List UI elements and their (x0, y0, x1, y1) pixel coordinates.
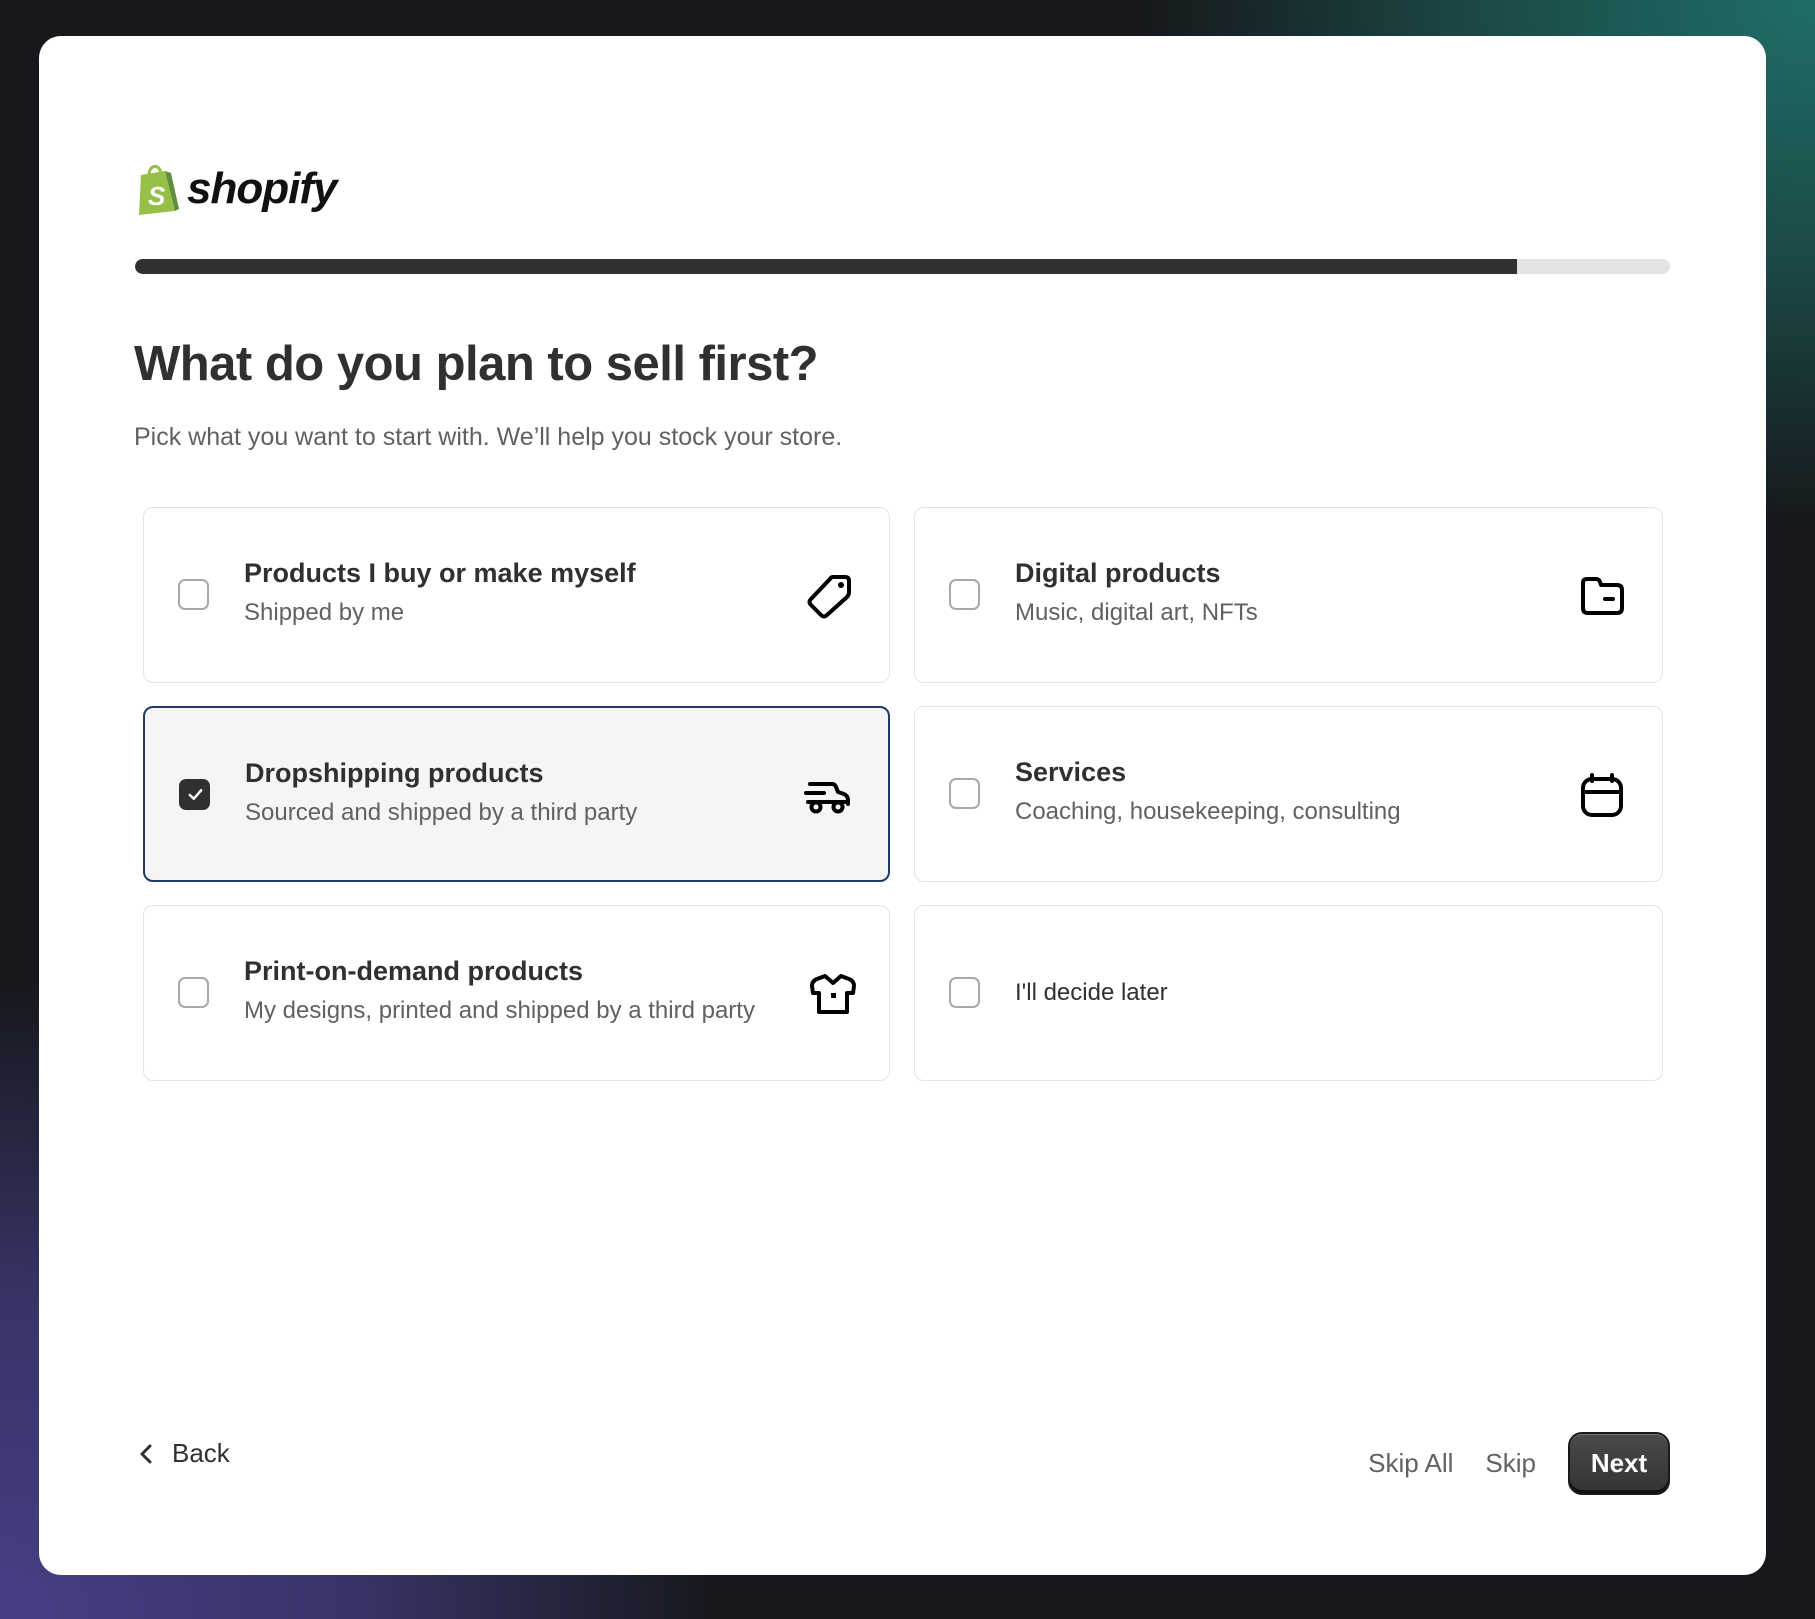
tshirt-icon (810, 974, 856, 1014)
checkbox[interactable] (178, 579, 209, 610)
checkbox[interactable] (178, 977, 209, 1008)
option-title: Dropshipping products (245, 758, 544, 788)
page-subtitle: Pick what you want to start with. We’ll … (134, 423, 843, 451)
option-products-i-make[interactable]: Products I buy or make myself Shipped by… (143, 507, 890, 683)
calendar-icon (1581, 773, 1623, 817)
next-button[interactable]: Next (1568, 1432, 1670, 1495)
svg-text:S: S (148, 181, 166, 211)
option-subtitle: Shipped by me (244, 599, 405, 626)
skip-all-button[interactable]: Skip All (1368, 1448, 1453, 1479)
shopify-logo: S shopify (135, 163, 337, 215)
option-services[interactable]: Services Coaching, housekeeping, consult… (914, 706, 1663, 882)
option-subtitle: Coaching, housekeeping, consulting (1015, 798, 1401, 825)
option-title: I'll decide later (1015, 979, 1168, 1006)
page-title: What do you plan to sell first? (134, 337, 819, 391)
progress-bar (135, 259, 1670, 274)
brand-name: shopify (187, 164, 337, 213)
option-dropshipping[interactable]: Dropshipping products Sourced and shippe… (143, 706, 890, 882)
checkbox[interactable] (949, 579, 980, 610)
option-title: Products I buy or make myself (244, 558, 636, 588)
delivery-truck-icon (804, 782, 850, 814)
option-print-on-demand[interactable]: Print-on-demand products My designs, pri… (143, 905, 890, 1081)
checkbox[interactable] (179, 779, 210, 810)
checkmark-icon (188, 788, 203, 801)
onboarding-card: S shopify What do you plan to sell first… (39, 36, 1766, 1575)
folder-icon (1581, 577, 1624, 615)
option-subtitle: Music, digital art, NFTs (1015, 599, 1258, 626)
option-title: Digital products (1015, 558, 1221, 588)
option-subtitle: Sourced and shipped by a third party (245, 799, 638, 826)
back-label: Back (172, 1438, 230, 1468)
skip-button[interactable]: Skip (1485, 1448, 1536, 1479)
tag-icon (807, 575, 851, 619)
footer-actions: Skip All Skip Next (1368, 1432, 1670, 1495)
checkbox[interactable] (949, 778, 980, 809)
option-subtitle: My designs, printed and shipped by a thi… (244, 997, 755, 1024)
chevron-left-icon (140, 1444, 152, 1463)
option-decide-later[interactable]: I'll decide later (914, 905, 1663, 1081)
option-title: Print-on-demand products (244, 956, 583, 986)
option-title: Services (1015, 757, 1127, 787)
progress-fill (135, 259, 1517, 274)
checkbox[interactable] (949, 977, 980, 1008)
shopify-bag-icon: S (139, 165, 179, 215)
back-button[interactable]: Back (138, 1438, 230, 1469)
option-digital-products[interactable]: Digital products Music, digital art, NFT… (914, 507, 1663, 683)
